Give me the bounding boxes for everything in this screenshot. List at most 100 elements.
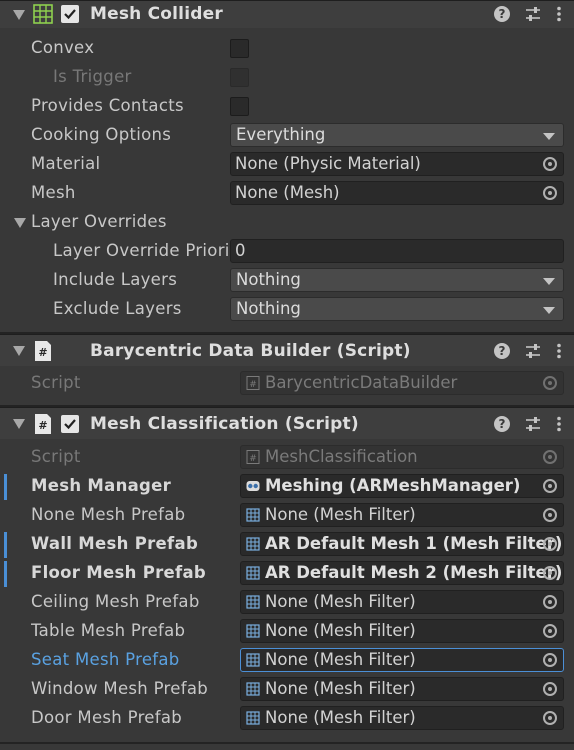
layer-overrides-label[interactable]: Layer Overrides [31,212,167,231]
context-menu-icon[interactable] [556,343,562,359]
cooking-options-row: Cooking Options Everything [0,121,574,150]
dropdown-arrow-icon [543,307,555,314]
checkmark-icon [64,9,76,20]
dropdown-arrow-icon [543,278,555,285]
mesh-filter-grid-icon [246,711,260,725]
fold-arrow-icon[interactable] [13,346,25,356]
seat-mesh-prefab-field[interactable]: None (Mesh Filter) [240,648,564,672]
include-layers-row: Include Layers Nothing [0,266,574,295]
checkmark-icon [64,419,76,430]
wall-mesh-prefab-label: Wall Mesh Prefab [31,534,199,553]
floor-mesh-prefab-field[interactable]: AR Default Mesh 2 (Mesh Filter) [240,561,564,585]
window-mesh-prefab-label: Window Mesh Prefab [31,679,209,698]
mesh-collider-grid-icon [33,4,53,24]
table-mesh-prefab-field[interactable]: None (Mesh Filter) [240,619,564,643]
object-picker-icon[interactable] [543,624,557,638]
material-value: None (Physic Material) [235,154,421,173]
include-layers-dropdown[interactable]: Nothing [230,268,564,292]
context-menu-icon[interactable] [556,6,562,22]
mesh-filter-grid-icon [246,653,260,667]
ceiling-mesh-prefab-field[interactable]: None (Mesh Filter) [240,590,564,614]
exclude-layers-row: Exclude Layers Nothing [0,295,574,324]
object-picker-icon[interactable] [543,537,557,551]
mesh-manager-row: Mesh Manager Meshing (ARMeshManager) [0,472,574,501]
cooking-options-dropdown[interactable]: Everything [230,123,564,147]
mesh-field[interactable]: None (Mesh) [230,181,564,205]
object-picker-icon [543,450,557,464]
object-picker-icon[interactable] [543,711,557,725]
mesh-filter-grid-icon [246,682,260,696]
object-picker-icon[interactable] [543,508,557,522]
none-mesh-prefab-field[interactable]: None (Mesh Filter) [240,503,564,527]
material-row: Material None (Physic Material) [0,150,574,179]
mesh-value: None (Mesh) [235,183,340,202]
cooking-options-label: Cooking Options [31,125,172,144]
object-picker-icon[interactable] [543,595,557,609]
mesh-manager-label: Mesh Manager [31,476,172,495]
window-mesh-prefab-field[interactable]: None (Mesh Filter) [240,677,564,701]
provides-contacts-checkbox[interactable] [230,97,249,116]
help-icon[interactable]: ? [494,6,510,22]
seat-mesh-prefab-row: Seat Mesh Prefab None (Mesh Filter) [0,646,574,675]
object-picker-icon[interactable] [543,566,557,580]
object-picker-icon[interactable] [543,653,557,667]
script-value: MeshClassification [265,447,418,466]
svg-text:#: # [249,454,257,464]
is-trigger-checkbox [230,68,249,87]
mesh-filter-grid-icon [246,508,260,522]
floor-mesh-prefab-value: AR Default Mesh 2 (Mesh Filter) [265,563,563,582]
barycentric-header[interactable]: # Barycentric Data Builder (Script) ? [0,334,574,366]
wall-mesh-prefab-field[interactable]: AR Default Mesh 1 (Mesh Filter) [240,532,564,556]
presets-sliders-icon[interactable] [525,343,541,359]
material-label: Material [31,154,101,173]
mesh-manager-field[interactable]: Meshing (ARMeshManager) [240,474,564,498]
door-mesh-prefab-field[interactable]: None (Mesh Filter) [240,706,564,730]
svg-text:#: # [38,419,47,432]
layer-overrides-fold-icon[interactable] [14,218,26,228]
exclude-layers-dropdown[interactable]: Nothing [230,297,564,321]
object-picker-icon[interactable] [543,682,557,696]
convex-checkbox[interactable] [230,39,249,58]
enabled-checkbox[interactable] [61,5,79,23]
material-field[interactable]: None (Physic Material) [230,152,564,176]
script-label: Script [31,447,81,466]
ceiling-mesh-prefab-label: Ceiling Mesh Prefab [31,592,200,611]
object-picker-icon[interactable] [543,157,557,171]
fold-arrow-icon[interactable] [13,10,25,20]
mesh-manager-value: Meshing (ARMeshManager) [265,476,521,495]
svg-text:#: # [38,346,47,359]
svg-text:#: # [249,380,257,390]
dropdown-arrow-icon [543,133,555,140]
script-hash-icon: # [35,341,51,361]
window-mesh-prefab-row: Window Mesh Prefab None (Mesh Filter) [0,675,574,704]
object-picker-icon[interactable] [543,186,557,200]
cooking-options-value: Everything [236,125,326,144]
presets-sliders-icon[interactable] [525,6,541,22]
provides-contacts-label: Provides Contacts [31,96,184,115]
floor-mesh-prefab-row: Floor Mesh Prefab AR Default Mesh 2 (Mes… [0,559,574,588]
context-menu-icon[interactable] [556,416,562,432]
presets-sliders-icon[interactable] [525,416,541,432]
mesh-filter-grid-icon [246,595,260,609]
table-mesh-prefab-row: Table Mesh Prefab None (Mesh Filter) [0,617,574,646]
layer-overrides-row[interactable]: Layer Overrides [0,208,574,237]
mesh-classification-header[interactable]: # Mesh Classification (Script) ? [0,407,574,439]
enabled-checkbox[interactable] [61,415,79,433]
fold-arrow-icon[interactable] [13,419,25,429]
exclude-layers-label: Exclude Layers [53,299,182,318]
layer-override-priority-row: Layer Override Priority 0 [0,237,574,266]
mesh-label: Mesh [31,183,76,202]
layer-override-priority-value: 0 [235,241,246,260]
mesh-collider-header[interactable]: Mesh Collider ? [0,0,574,28]
layer-override-priority-input[interactable]: 0 [230,239,564,263]
component-title: Barycentric Data Builder (Script) [90,341,411,361]
include-layers-value: Nothing [236,270,301,289]
window-mesh-prefab-value: None (Mesh Filter) [265,679,416,698]
door-mesh-prefab-row: Door Mesh Prefab None (Mesh Filter) [0,704,574,733]
seat-mesh-prefab-value: None (Mesh Filter) [265,650,416,669]
script-hash-icon: # [35,414,51,434]
script-field: # MeshClassification [240,445,564,469]
object-picker-icon[interactable] [543,479,557,493]
help-icon[interactable]: ? [494,416,510,432]
help-icon[interactable]: ? [494,343,510,359]
